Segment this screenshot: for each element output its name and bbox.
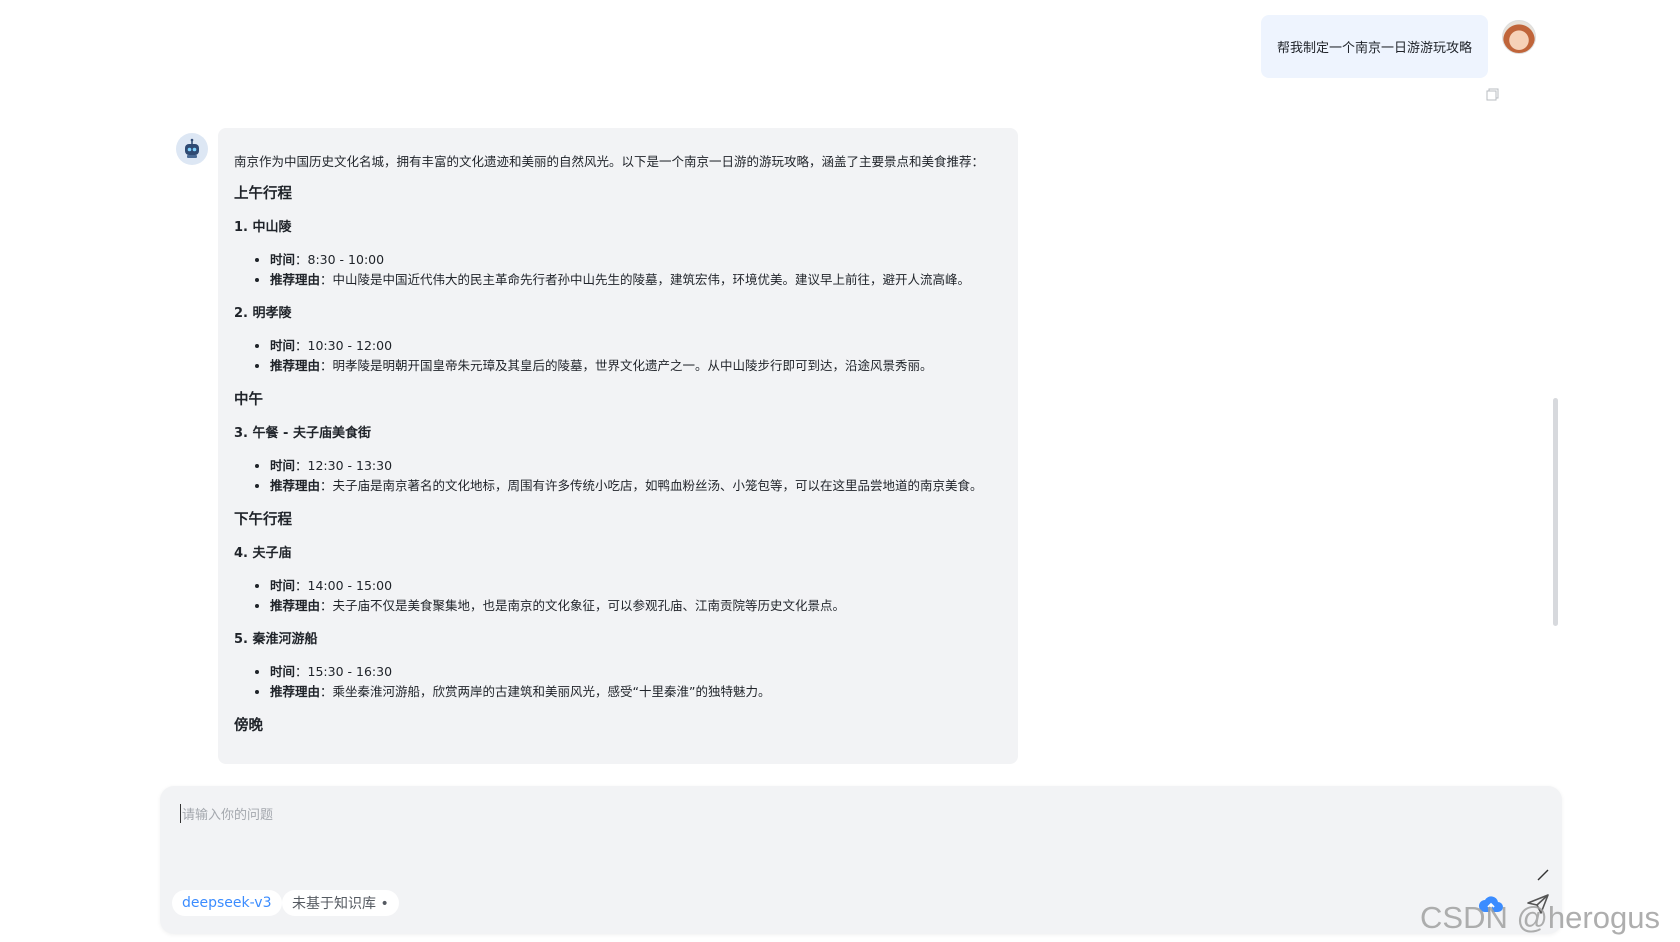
itinerary-sections: 上午行程1. 中山陵时间：8:30 - 10:00推荐理由：中山陵是中国近代伟大…	[234, 184, 1002, 736]
stop-details: 时间：10:30 - 12:00推荐理由：明孝陵是明朝开国皇帝朱元璋及其皇后的陵…	[270, 336, 1002, 376]
stop-reason-label: 推荐理由	[270, 684, 321, 699]
stop-time-value: ：10:30 - 12:00	[295, 338, 393, 353]
stop-time-label: 时间	[270, 664, 296, 679]
stop-time-label: 时间	[270, 578, 296, 593]
knowledge-base-tag[interactable]: 未基于知识库 •	[282, 890, 399, 916]
stop-time-value: ：14:00 - 15:00	[295, 578, 393, 593]
section-heading: 上午行程	[234, 186, 292, 202]
stop-time-label: 时间	[270, 252, 296, 267]
stop-title: 2. 明孝陵	[234, 306, 292, 321]
stop-reason: 推荐理由：乘坐秦淮河游船，欣赏两岸的古建筑和美丽风光，感受“十里秦淮”的独特魅力…	[270, 682, 1002, 702]
stop-reason: 推荐理由：中山陵是中国近代伟大的民主革命先行者孙中山先生的陵墓，建筑宏伟，环境优…	[270, 270, 1002, 290]
bot-message-bubble: 南京作为中国历史文化名城，拥有丰富的文化遗迹和美丽的自然风光。以下是一个南京一日…	[218, 128, 1018, 764]
stop-time: 时间：8:30 - 10:00	[270, 250, 1002, 270]
watermark: CSDN @herogus	[1420, 900, 1660, 935]
edit-icon[interactable]	[1536, 868, 1550, 882]
stop-reason-label: 推荐理由	[270, 598, 321, 613]
stop-title: 1. 中山陵	[234, 220, 292, 235]
stop-title: 5. 秦淮河游船	[234, 632, 318, 647]
stop-time-value: ：15:30 - 16:30	[295, 664, 393, 679]
stop-time: 时间：12:30 - 13:30	[270, 456, 1002, 476]
stop-reason-value: ：夫子庙是南京著名的文化地标，周围有许多传统小吃店，如鸭血粉丝汤、小笼包等，可以…	[320, 478, 983, 493]
stop-reason: 推荐理由：夫子庙不仅是美食聚集地，也是南京的文化象征，可以参观孔庙、江南贡院等历…	[270, 596, 1002, 616]
bot-avatar	[176, 133, 208, 165]
bot-intro: 南京作为中国历史文化名城，拥有丰富的文化遗迹和美丽的自然风光。以下是一个南京一日…	[234, 154, 985, 169]
stop-details: 时间：12:30 - 13:30推荐理由：夫子庙是南京著名的文化地标，周围有许多…	[270, 456, 1002, 496]
section-heading: 中午	[234, 392, 263, 408]
user-message-row: 帮我制定一个南京一日游游玩攻略	[1260, 15, 1488, 78]
stop-title: 3. 午餐 - 夫子庙美食街	[234, 426, 371, 441]
robot-icon	[185, 138, 199, 158]
section-heading: 傍晚	[234, 718, 263, 734]
stop-title: 4. 夫子庙	[234, 546, 292, 561]
scrollbar[interactable]	[1553, 398, 1558, 626]
stop-details: 时间：14:00 - 15:00推荐理由：夫子庙不仅是美食聚集地，也是南京的文化…	[270, 576, 1002, 616]
stop-reason-label: 推荐理由	[270, 478, 321, 493]
stop-reason-value: ：乘坐秦淮河游船，欣赏两岸的古建筑和美丽风光，感受“十里秦淮”的独特魅力。	[320, 684, 771, 699]
stop-details: 时间：8:30 - 10:00推荐理由：中山陵是中国近代伟大的民主革命先行者孙中…	[270, 250, 1002, 290]
stop-time-label: 时间	[270, 338, 296, 353]
section-heading: 下午行程	[234, 512, 292, 528]
stop-time-value: ：12:30 - 13:30	[295, 458, 393, 473]
user-message-bubble: 帮我制定一个南京一日游游玩攻略	[1260, 15, 1488, 78]
stop-reason-value: ：明孝陵是明朝开国皇帝朱元璋及其皇后的陵墓，世界文化遗产之一。从中山陵步行即可到…	[320, 358, 933, 373]
stop-time: 时间：10:30 - 12:00	[270, 336, 1002, 356]
stop-details: 时间：15:30 - 16:30推荐理由：乘坐秦淮河游船，欣赏两岸的古建筑和美丽…	[270, 662, 1002, 702]
stop-time-label: 时间	[270, 458, 296, 473]
stop-time: 时间：15:30 - 16:30	[270, 662, 1002, 682]
stop-reason: 推荐理由：明孝陵是明朝开国皇帝朱元璋及其皇后的陵墓，世界文化遗产之一。从中山陵步…	[270, 356, 1002, 376]
stop-reason-label: 推荐理由	[270, 272, 321, 287]
chat-input-box[interactable]: 请输入你的问题 deepseek-v3 未基于知识库 •	[160, 786, 1562, 934]
model-tag[interactable]: deepseek-v3	[172, 890, 282, 916]
stop-time: 时间：14:00 - 15:00	[270, 576, 1002, 596]
stop-reason-value: ：夫子庙不仅是美食聚集地，也是南京的文化象征，可以参观孔庙、江南贡院等历史文化景…	[320, 598, 846, 613]
question-input[interactable]: 请输入你的问题	[180, 804, 273, 823]
user-avatar	[1502, 20, 1536, 54]
stop-reason-label: 推荐理由	[270, 358, 321, 373]
stop-time-value: ：8:30 - 10:00	[295, 252, 385, 267]
copy-icon[interactable]	[1486, 88, 1499, 101]
stop-reason-value: ：中山陵是中国近代伟大的民主革命先行者孙中山先生的陵墓，建筑宏伟，环境优美。建议…	[320, 272, 971, 287]
chat-page: 帮我制定一个南京一日游游玩攻略 南京作为中国历史文化名城，拥有丰富的文化遗迹和美…	[0, 0, 1680, 942]
stop-reason: 推荐理由：夫子庙是南京著名的文化地标，周围有许多传统小吃店，如鸭血粉丝汤、小笼包…	[270, 476, 1002, 496]
